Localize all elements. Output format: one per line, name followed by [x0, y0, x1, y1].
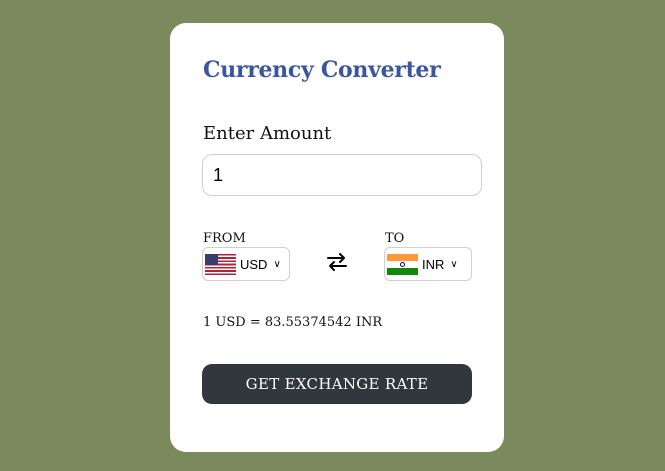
chevron-down-icon: ∨: [273, 258, 281, 270]
to-label: TO: [385, 231, 405, 246]
to-currency-code: INR: [422, 256, 445, 272]
from-label: FROM: [203, 231, 246, 246]
converter-card: Currency Converter Enter Amount FROM USD…: [170, 23, 504, 452]
us-flag-icon: [205, 253, 236, 275]
from-currency-select[interactable]: USD ∨: [202, 247, 290, 281]
exchange-result: 1 USD = 83.55374542 INR: [203, 315, 383, 330]
page-title: Currency Converter: [203, 57, 441, 83]
amount-label: Enter Amount: [203, 123, 332, 144]
amount-input[interactable]: [202, 154, 482, 196]
swap-arrows-icon[interactable]: [324, 249, 350, 275]
india-flag-icon: [387, 253, 418, 275]
from-currency-code: USD: [240, 256, 268, 272]
to-currency-select[interactable]: INR ∨: [384, 247, 472, 281]
chevron-down-icon: ∨: [450, 258, 458, 270]
get-exchange-rate-button[interactable]: GET EXCHANGE RATE: [202, 364, 472, 404]
